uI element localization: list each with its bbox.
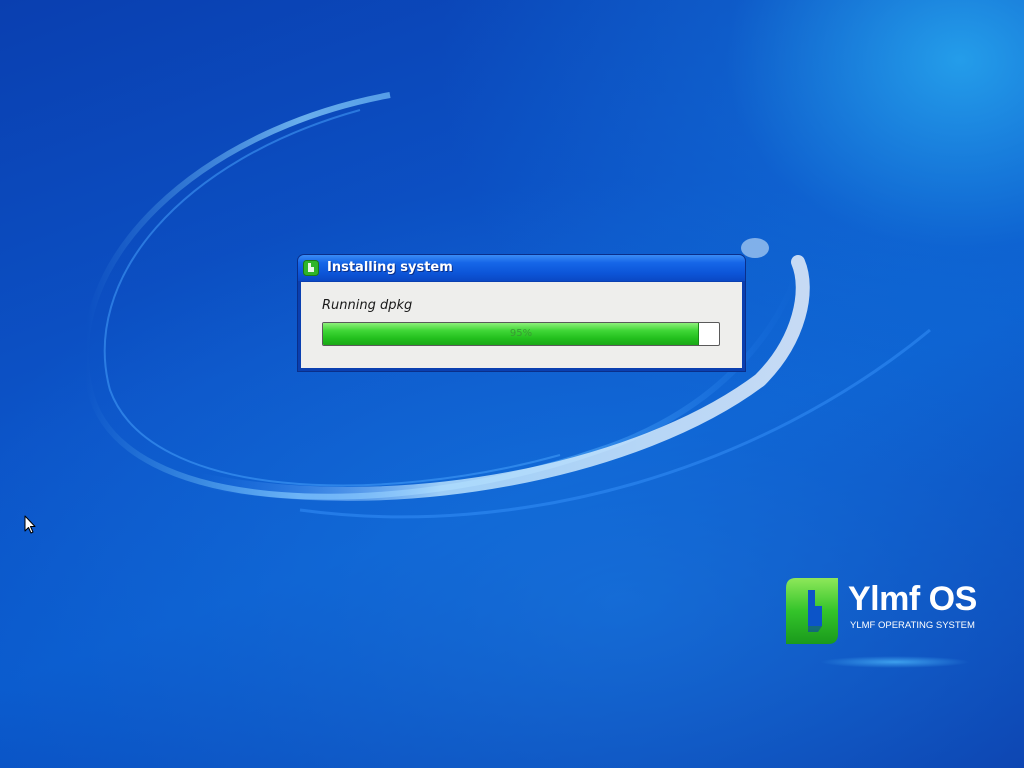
logo-tagline: YLMF OPERATING SYSTEM — [850, 620, 975, 631]
mouse-pointer-icon — [24, 515, 36, 534]
desktop-background: Installing system Running dpkg 95% Ylmf … — [0, 0, 1024, 768]
ylmf-os-logo: Ylmf OS YLMF OPERATING SYSTEM — [780, 575, 980, 655]
dialog-titlebar[interactable]: Installing system — [298, 255, 745, 281]
logo-name: Ylmf OS — [848, 580, 977, 618]
progress-label: 95% — [509, 328, 533, 339]
dialog-title: Installing system — [327, 260, 453, 275]
installer-icon — [303, 260, 319, 276]
install-progress-bar: 95% — [322, 322, 720, 346]
status-text: Running dpkg — [322, 298, 413, 313]
installing-system-dialog: Installing system Running dpkg 95% — [298, 255, 745, 371]
ylmf-leaf-icon — [786, 578, 838, 644]
dialog-body: Running dpkg 95% — [301, 282, 742, 368]
logo-glow — [820, 656, 970, 668]
